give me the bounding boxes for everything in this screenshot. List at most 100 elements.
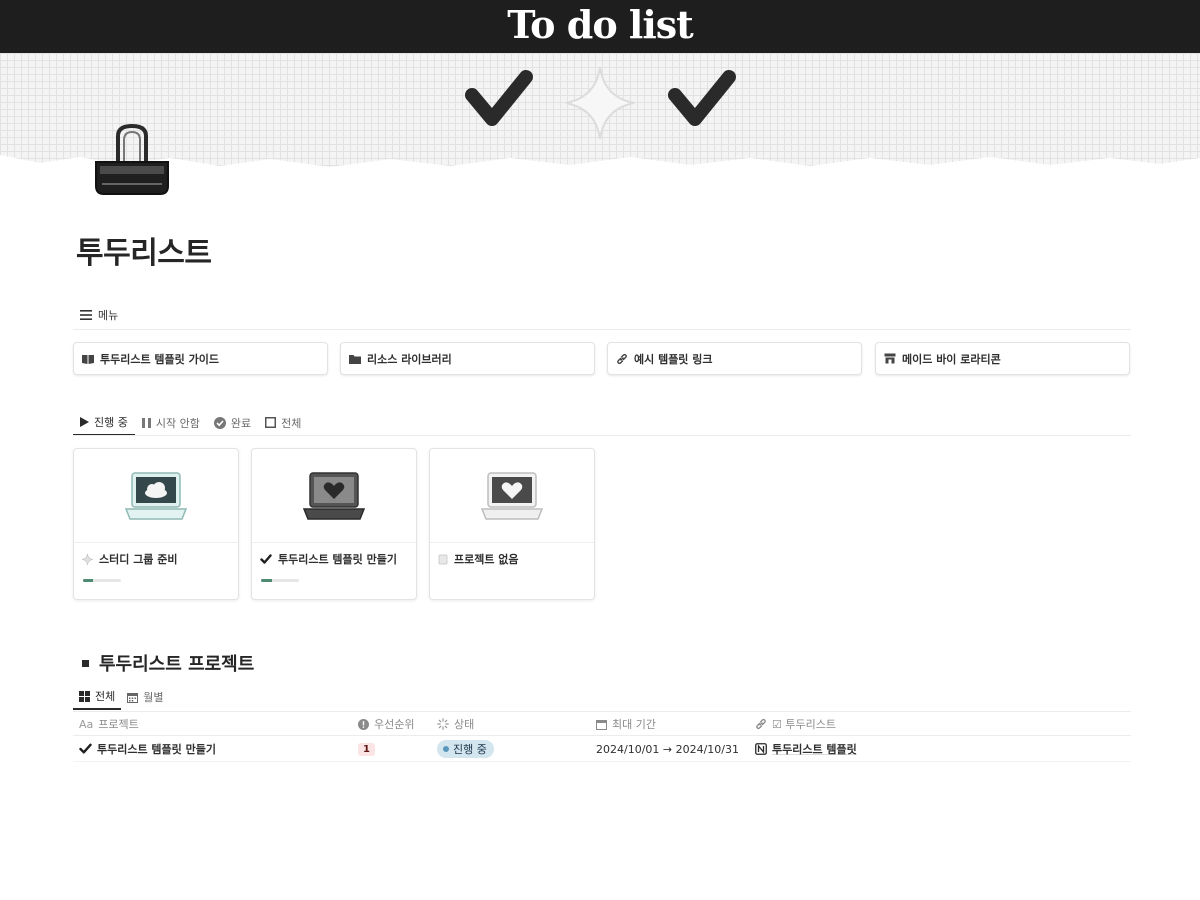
card-title: 스터디 그룹 준비 [82,551,178,567]
status-dot [443,746,449,752]
column-label: 상태 [454,718,475,731]
card-title-text: 프로젝트 없음 [454,553,519,566]
hamburger-icon [80,310,92,320]
progress-bar [83,579,121,582]
tab-view-monthly[interactable]: 월별 [121,684,169,710]
cell-period[interactable]: 2024/10/01 → 2024/10/31 [596,736,739,762]
binder-clip-icon[interactable] [86,122,178,200]
cover-decoration [0,66,1200,175]
menu-card-label: 메이드 바이 로라티콘 [902,352,1001,366]
column-header-project[interactable]: Aa 프로젝트 [79,712,139,736]
column-header-period[interactable]: 최대 기간 [596,712,656,736]
view-tabs: 전체 월별 [73,684,170,710]
cell-priority[interactable]: 1 [358,736,375,762]
link-icon [756,718,766,730]
cover-title: To do list [507,2,693,47]
tab-label: 진행 중 [94,415,128,429]
card-title-text: 투두리스트 템플릿 만들기 [278,553,397,566]
column-header-todo[interactable]: ☑ 투두리스트 [755,712,836,736]
column-header-priority[interactable]: 우선순위 [358,712,414,736]
sparkle-icon [82,553,93,565]
gallery-card[interactable]: 프로젝트 없음 [429,448,595,600]
checkmark-icon [668,70,736,126]
pause-icon [141,417,151,428]
status-icon [437,718,449,730]
check-circle-icon [213,416,226,429]
status-tabs: 진행 중 시작 안함 완료 전체 [73,409,308,436]
menu-card-made-by[interactable]: 메이드 바이 로라티콘 [875,342,1130,375]
page-icon [438,554,448,564]
tab-label: 완료 [230,416,252,430]
cell-text: 투두리스트 템플릿 만들기 [97,743,216,756]
card-cover [252,449,416,543]
laptop-heart-dark-icon [302,471,366,520]
status-badge: 진행 중 [437,740,494,758]
gallery-card[interactable]: 스터디 그룹 준비 [73,448,239,600]
cell-status[interactable]: 진행 중 [437,736,494,762]
card-title: 프로젝트 없음 [438,551,519,567]
calendar-icon [596,719,607,730]
checkmark-icon [79,743,92,754]
laptop-heart-light-icon [480,471,544,520]
folder-icon [349,354,361,364]
cover-image: To do list [0,0,1200,175]
column-label: 최대 기간 [612,718,656,731]
section-title: 투두리스트 프로젝트 [82,650,254,676]
store-icon [884,353,896,364]
sparkle-icon [565,66,635,140]
tab-label: 전체 [281,416,302,430]
card-title-text: 스터디 그룹 준비 [99,553,178,566]
column-header-status[interactable]: 상태 [437,712,474,736]
menu-card-resources[interactable]: 리소스 라이브러리 [340,342,595,375]
tab-not-started[interactable]: 시작 안함 [135,409,207,436]
menu-card-label: 예시 템플릿 링크 [634,352,713,366]
notion-page-icon [755,743,767,755]
text-property-icon: Aa [79,717,94,731]
progress-fill [83,579,93,582]
gallery-card[interactable]: 투두리스트 템플릿 만들기 [251,448,417,600]
tab-all[interactable]: 전체 [258,409,308,436]
status-text: 진행 중 [453,743,487,756]
cell-todo-relation[interactable]: 투두리스트 템플릿 [755,736,857,762]
play-icon [80,416,89,427]
book-icon [82,354,94,364]
checkmark-icon [465,70,533,126]
card-cover [74,449,238,543]
square-icon [265,417,277,428]
divider [73,329,1131,330]
link-icon [617,353,627,364]
divider [73,435,1131,436]
table-row[interactable]: 투두리스트 템플릿 만들기 1 진행 중 2024/10/01 → 2024/1… [73,736,1131,762]
cell-text: 투두리스트 템플릿 [772,743,857,756]
info-icon [358,718,369,730]
tab-view-all[interactable]: 전체 [73,684,122,710]
grid-icon [79,690,90,702]
column-label: 우선순위 [374,718,415,731]
progress-fill [261,579,273,582]
cell-text: 2024/10/01 → 2024/10/31 [596,742,740,756]
tab-label: 전체 [95,690,116,703]
menu-card-example-link[interactable]: 예시 템플릿 링크 [607,342,862,375]
priority-badge: 1 [358,742,375,756]
menu-card-guide[interactable]: 투두리스트 템플릿 가이드 [73,342,328,375]
section-title-text: 투두리스트 프로젝트 [99,654,255,675]
menu-card-label: 리소스 라이브러리 [367,352,452,366]
checkmark-icon [260,553,272,564]
bullet-icon [82,659,89,667]
tab-label: 시작 안함 [155,416,200,430]
menu-header[interactable]: 메뉴 [80,307,118,323]
card-cover [430,449,594,543]
calendar-icon [127,692,139,703]
table-header: Aa 프로젝트 우선순위 상태 최대 기간 ☑ 투두리스트 [73,711,1131,736]
tab-in-progress[interactable]: 진행 중 [73,409,135,436]
progress-bar [261,579,299,582]
column-label: ☑ 투두리스트 [772,718,836,731]
laptop-cloud-icon [124,471,188,520]
column-label: 프로젝트 [98,718,139,731]
card-title: 투두리스트 템플릿 만들기 [260,551,397,567]
tab-done[interactable]: 완료 [207,409,258,436]
cell-project[interactable]: 투두리스트 템플릿 만들기 [79,736,216,762]
menu-label: 메뉴 [98,309,119,322]
tab-label: 월별 [143,691,164,704]
menu-card-label: 투두리스트 템플릿 가이드 [100,352,219,366]
